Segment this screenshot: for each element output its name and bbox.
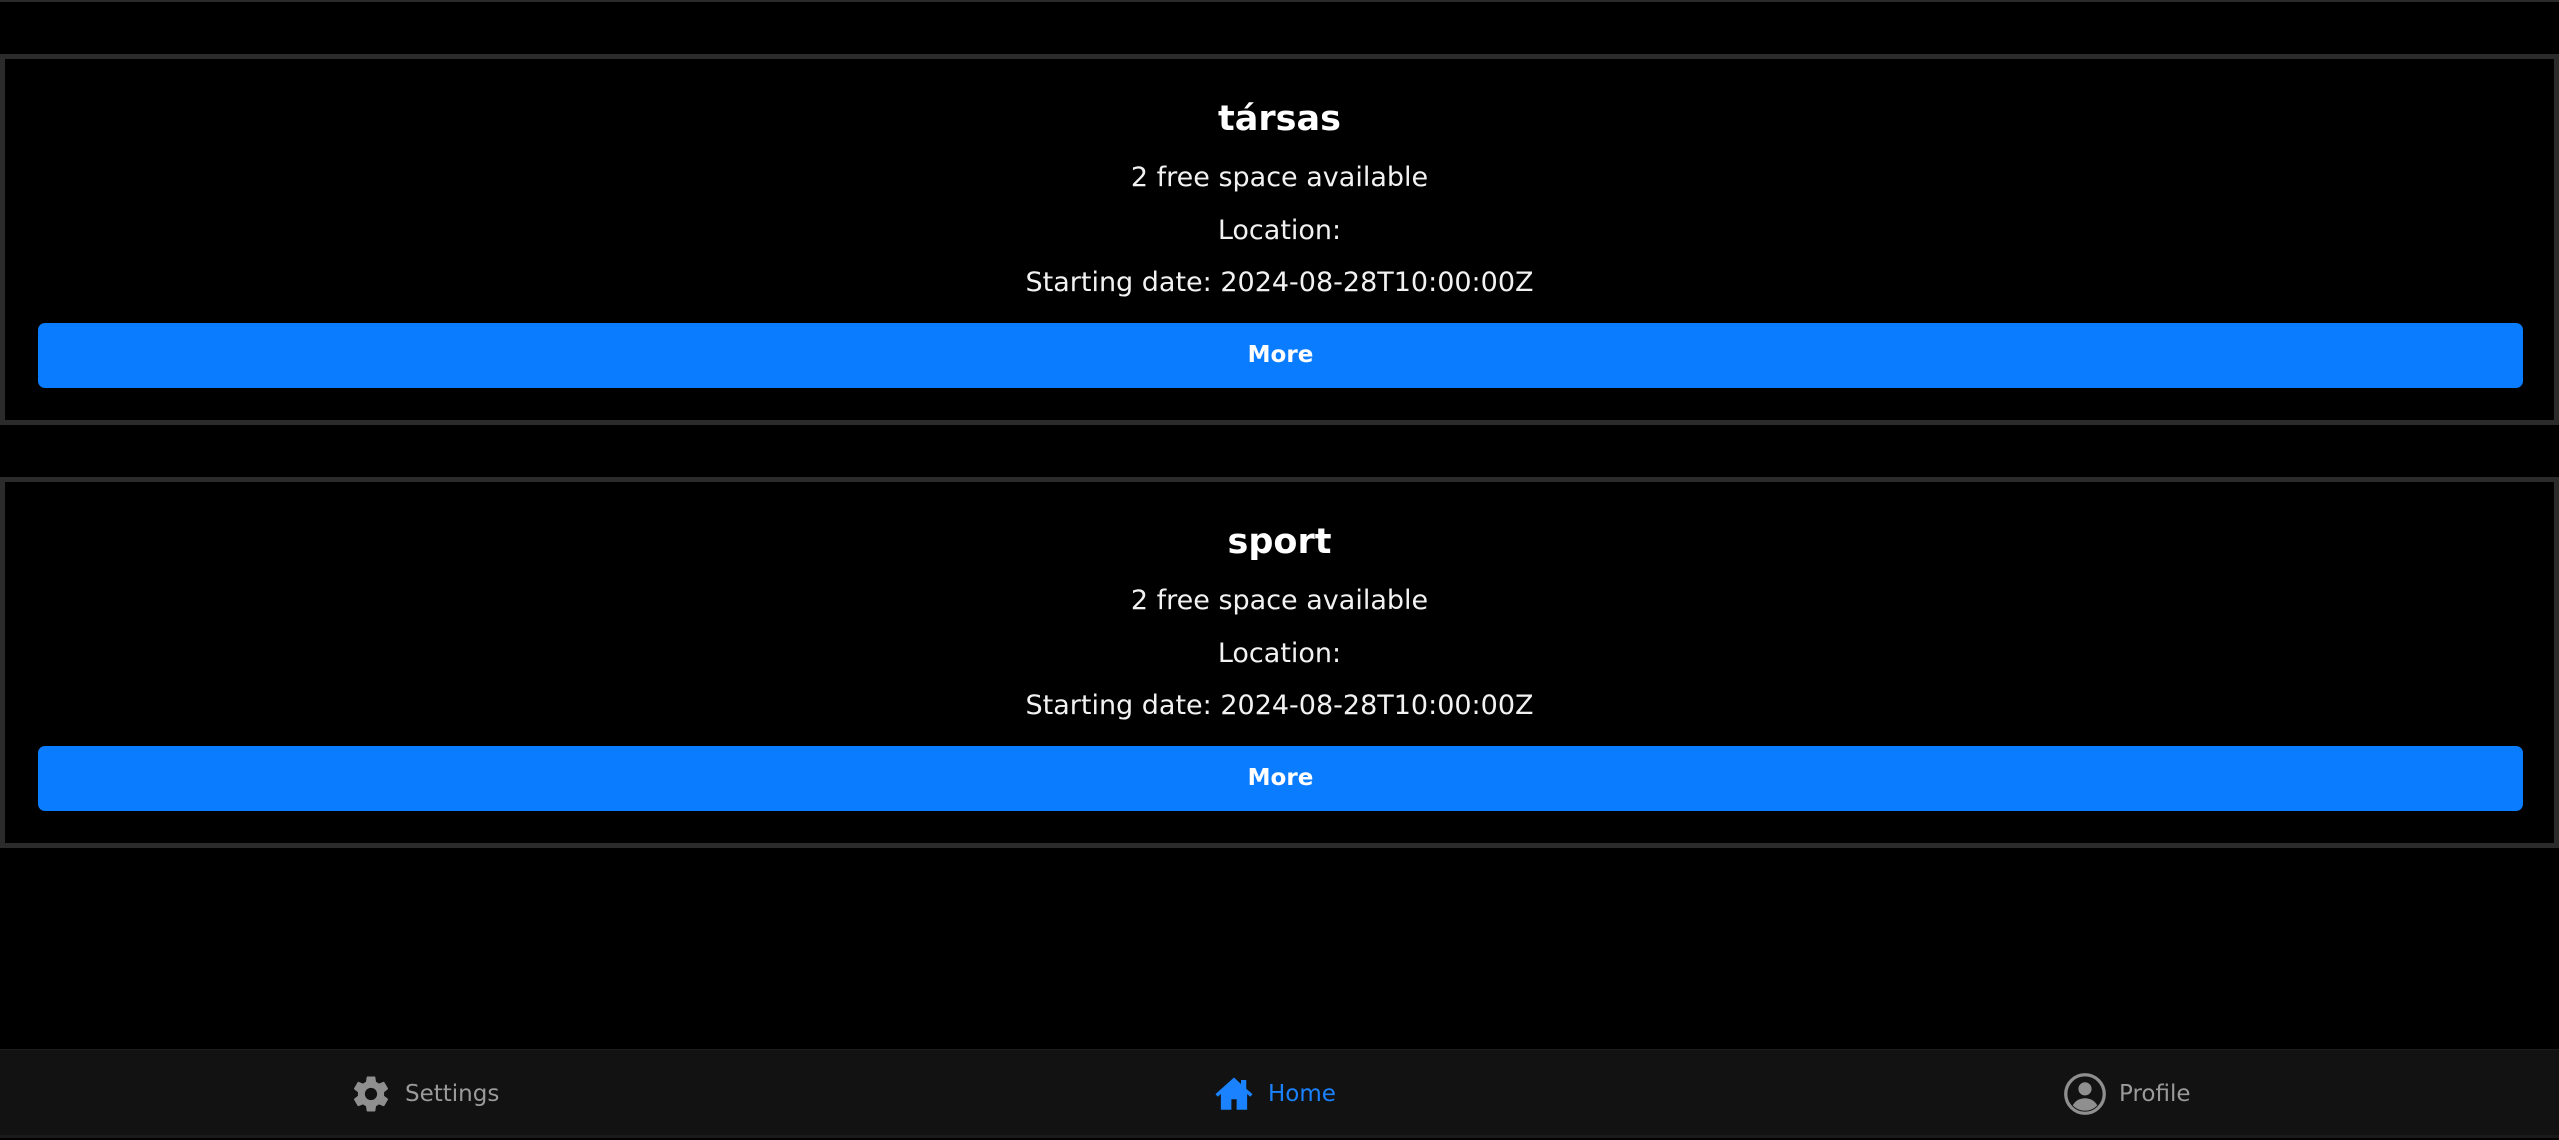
nav-settings-label: Settings xyxy=(405,1081,500,1107)
more-button[interactable]: More xyxy=(38,323,2523,388)
event-starting-date: Starting date: 2024-08-28T10:00:00Z xyxy=(1025,267,1534,298)
event-list: társas 2 free space available Location: … xyxy=(0,54,2559,900)
event-title: sport xyxy=(1227,522,1332,562)
more-button[interactable]: More xyxy=(38,746,2523,811)
app-page: társas 2 free space available Location: … xyxy=(0,0,2559,1140)
event-starting-date: Starting date: 2024-08-28T10:00:00Z xyxy=(1025,690,1534,721)
event-location: Location: xyxy=(1217,215,1342,246)
bottom-divider xyxy=(0,1135,2559,1138)
nav-profile-label: Profile xyxy=(2119,1081,2191,1107)
home-icon xyxy=(1212,1072,1256,1116)
event-card: sport 2 free space available Location: S… xyxy=(0,477,2559,848)
nav-home[interactable]: Home xyxy=(1212,1050,1336,1138)
event-title: társas xyxy=(1218,99,1341,139)
nav-profile[interactable]: Profile xyxy=(2063,1050,2191,1138)
event-card: társas 2 free space available Location: … xyxy=(0,54,2559,425)
event-free-space: 2 free space available xyxy=(1130,585,1429,616)
top-divider xyxy=(0,0,2559,2)
user-circle-icon xyxy=(2063,1072,2107,1116)
nav-settings[interactable]: Settings xyxy=(349,1050,499,1138)
event-free-space: 2 free space available xyxy=(1130,162,1429,193)
gear-icon xyxy=(349,1072,393,1116)
bottom-navigation: Settings Home Profile xyxy=(0,1049,2559,1138)
nav-home-label: Home xyxy=(1268,1081,1336,1107)
event-location: Location: xyxy=(1217,638,1342,669)
